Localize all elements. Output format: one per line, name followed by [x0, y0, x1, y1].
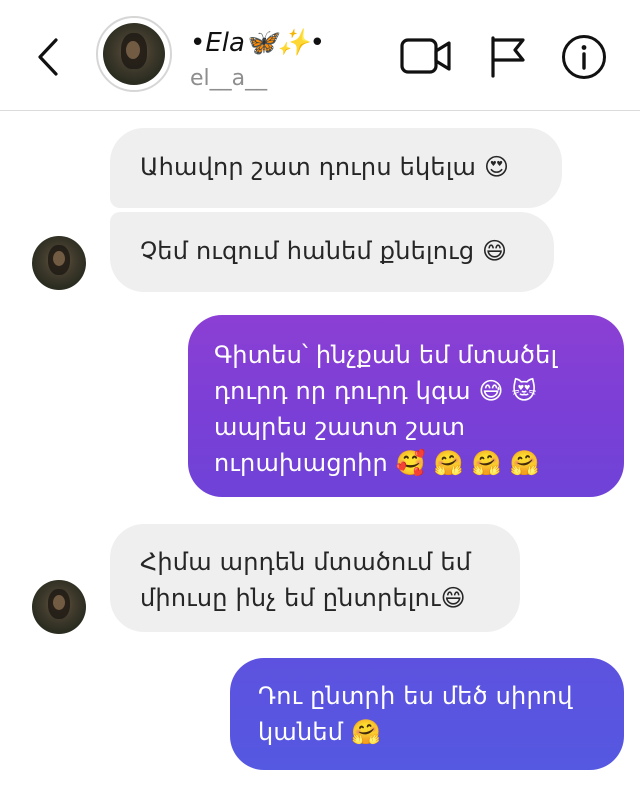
chevron-left-icon[interactable]	[30, 34, 66, 80]
message-sent[interactable]: Գիտես՝ ինչքան եմ մտածել դուրդ որ դուրդ կ…	[188, 315, 624, 497]
avatar-image	[103, 23, 165, 85]
message-received[interactable]: Չեմ ուզում հանեմ քնելուց 😄	[110, 212, 554, 292]
video-camera-icon[interactable]	[400, 36, 452, 76]
message-sent[interactable]: Դու ընտրի ես մեծ սիրով կանեմ 🤗	[230, 658, 624, 770]
contact-name[interactable]: •Ela🦋✨•	[190, 26, 325, 60]
contact-username: el__a__	[190, 66, 268, 91]
message-received[interactable]: Ահավոր շատ դուրս եկելա 😍	[110, 128, 562, 208]
chat-header: •Ela🦋✨• el__a__	[0, 0, 640, 111]
info-icon[interactable]	[561, 34, 607, 80]
flag-icon[interactable]	[488, 34, 528, 78]
sender-avatar[interactable]	[32, 236, 86, 290]
sender-avatar[interactable]	[32, 580, 86, 634]
message-received[interactable]: Հիմա արդեն մտածում եմ միուսը ինչ եմ ընտր…	[110, 524, 520, 632]
profile-avatar[interactable]	[96, 16, 172, 92]
